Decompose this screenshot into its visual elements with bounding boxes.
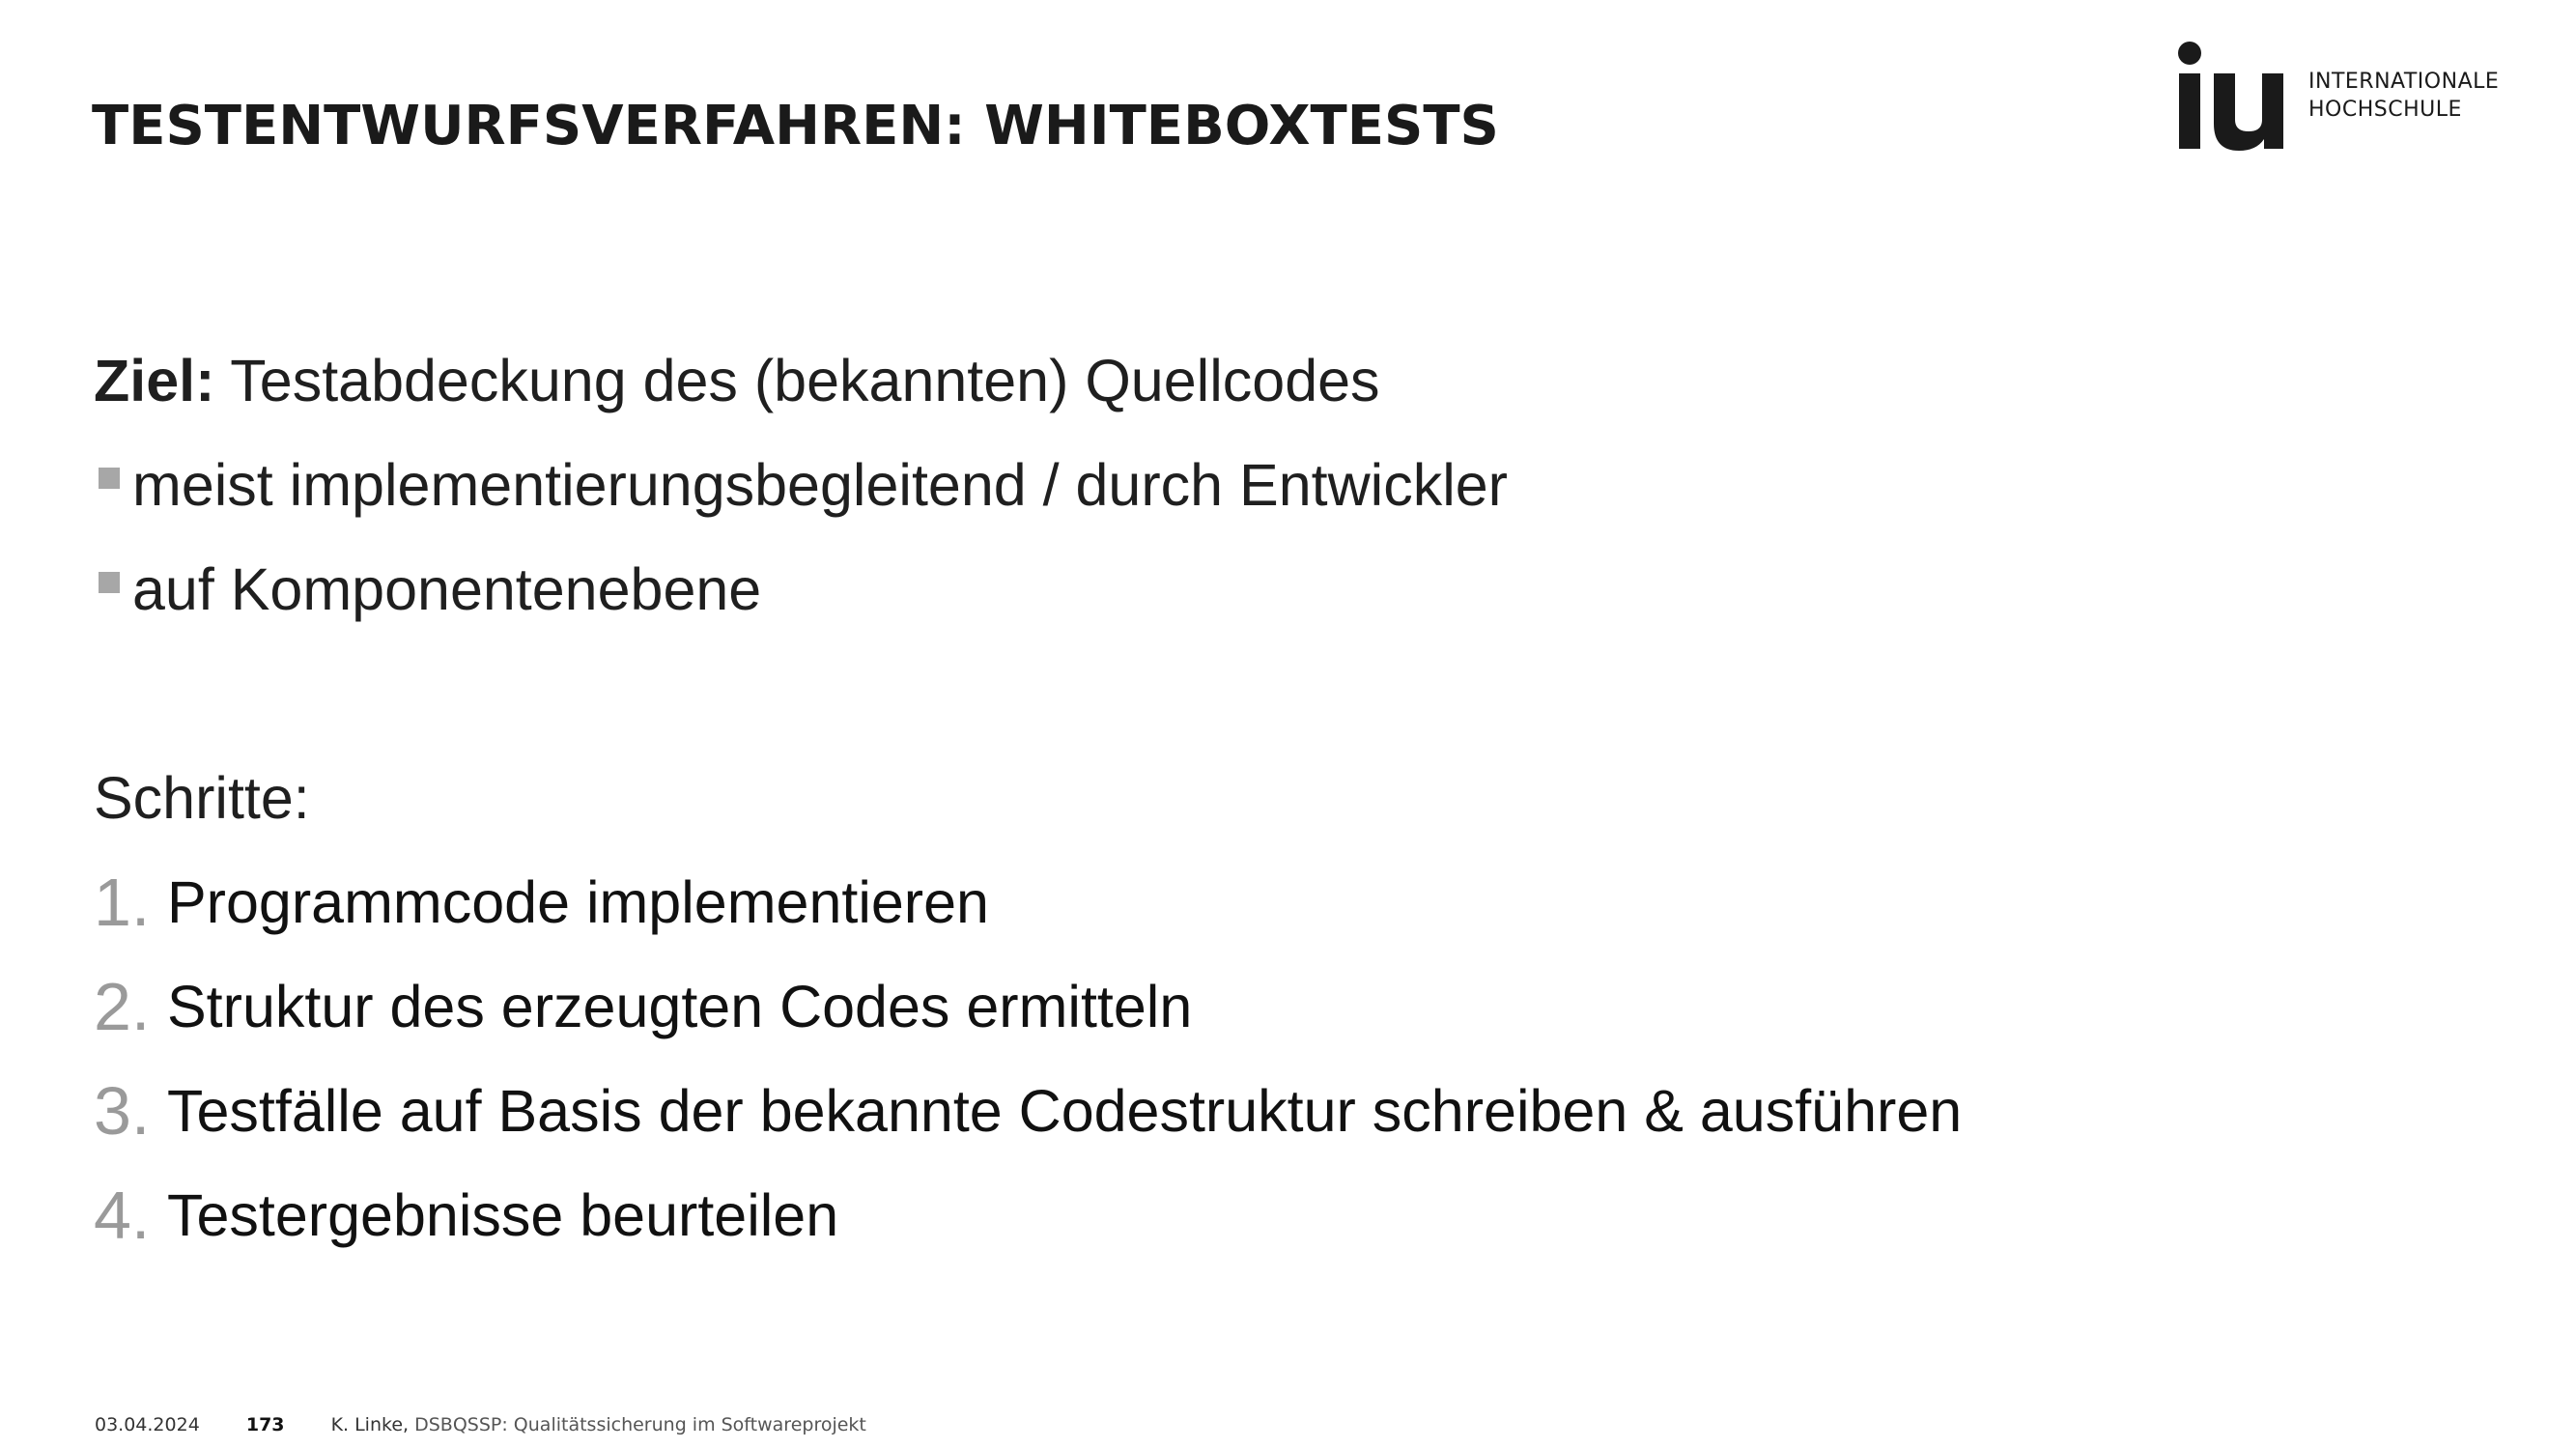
logo-wordmark: INTERNATIONALE HOCHSCHULE xyxy=(2308,68,2499,124)
footer: 03.04.2024 173 K. Linke, DSBQSSP: Qualit… xyxy=(95,1412,866,1437)
step-number: 1. xyxy=(94,865,151,940)
step-text: Struktur des erzeugten Codes ermitteln xyxy=(167,974,1193,1039)
step-number: 4. xyxy=(94,1178,151,1253)
step-text: Programmcode implementieren xyxy=(167,869,989,935)
slide-content: Ziel: Testabdeckung des (bekannten) Quel… xyxy=(94,328,2219,1267)
bullet-item: auf Komponentenebene xyxy=(94,537,2219,641)
footer-page-number: 173 xyxy=(245,1414,285,1435)
goal-label: Ziel: xyxy=(94,348,215,413)
slide-title: TESTENTWURFSVERFAHREN: WHITEBOXTESTS xyxy=(92,95,1499,157)
bullet-text: auf Komponentenebene xyxy=(132,556,762,622)
logo-line-1: INTERNATIONALE xyxy=(2308,70,2500,94)
steps-heading: Schritte: xyxy=(94,765,310,831)
footer-author: K. Linke, xyxy=(330,1414,415,1435)
step-item: 2. Struktur des erzeugten Codes ermittel… xyxy=(94,954,2219,1059)
footer-course: DSBQSSP: Qualitätssicherung im Softwarep… xyxy=(414,1414,866,1435)
bullet-item: meist implementierungsbegleitend / durch… xyxy=(94,433,2219,537)
step-number: 2. xyxy=(94,969,151,1044)
step-text: Testfälle auf Basis der bekannte Codestr… xyxy=(167,1078,1963,1144)
square-bullet-icon xyxy=(99,572,120,593)
iu-logo: INTERNATIONALE HOCHSCHULE xyxy=(2173,39,2521,155)
square-bullet-icon xyxy=(99,468,120,489)
iu-logo-icon xyxy=(2178,42,2283,151)
footer-date: 03.04.2024 xyxy=(95,1414,200,1435)
bullet-text: meist implementierungsbegleitend / durch… xyxy=(132,452,1508,518)
step-text: Testergebnisse beurteilen xyxy=(167,1182,839,1248)
step-item: 4. Testergebnisse beurteilen xyxy=(94,1163,2219,1267)
step-number: 3. xyxy=(94,1073,151,1149)
goal-text: Testabdeckung des (bekannten) Quellcodes xyxy=(230,348,1380,413)
step-item: 3. Testfälle auf Basis der bekannte Code… xyxy=(94,1059,2219,1163)
goal-line: Ziel: Testabdeckung des (bekannten) Quel… xyxy=(94,328,2219,433)
step-item: 1. Programmcode implementieren xyxy=(94,850,2219,954)
logo-line-2: HOCHSCHULE xyxy=(2308,98,2462,122)
